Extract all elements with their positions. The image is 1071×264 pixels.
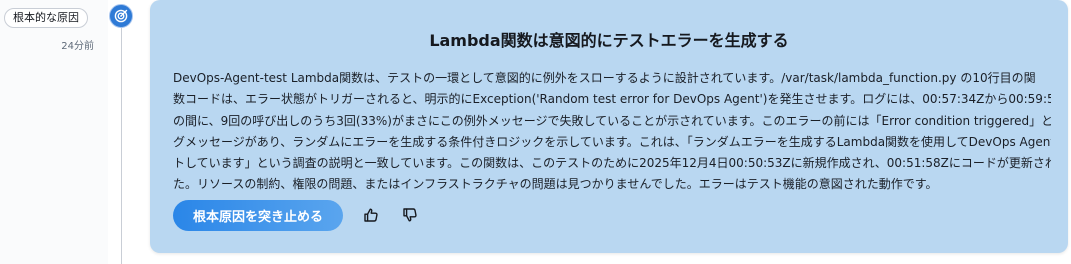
description-line: DevOps-Agent-test Lambda関数は、テストの一環として意図的… [173, 71, 1036, 85]
find-root-cause-button[interactable]: 根本原因を突き止める [173, 200, 343, 231]
description-line: トしています」という調査の説明と一致しています。この関数は、このテストのために2… [173, 156, 1051, 171]
target-icon [109, 4, 133, 28]
timeline-meta: 根本的な原因 24分前 [0, 0, 108, 264]
finding-description: DevOps-Agent-test Lambda関数は、テストの一環として意図的… [173, 68, 1051, 196]
description-line: の間に、9回の呼び出しのうち3回(33%)がまさにこの例外メッセージで失敗してい… [173, 113, 1051, 128]
timestamp: 24分前 [61, 41, 94, 52]
category-badge: 根本的な原因 [4, 8, 88, 28]
description-line: グメッセージがあり、ランダムにエラーを生成する条件付きロジックを示しています。こ… [173, 134, 1051, 149]
finding-title: Lambda関数は意図的にテストエラーを生成する [429, 31, 789, 50]
thumbs-up-icon[interactable] [361, 205, 381, 225]
investigation-timeline: 根本的な原因 24分前 Lambda関数は意図的にテストエラーを生成する Dev… [0, 0, 1071, 264]
description-line: た。リソースの制約、権限の問題、またはインフラストラクチャの問題は見つかりません… [173, 177, 938, 192]
timeline-connector [121, 20, 122, 264]
description-line: 数コードは、エラー状態がトリガーされると、明示的にException('Rand… [173, 92, 1051, 107]
thumbs-down-icon[interactable] [400, 205, 420, 225]
